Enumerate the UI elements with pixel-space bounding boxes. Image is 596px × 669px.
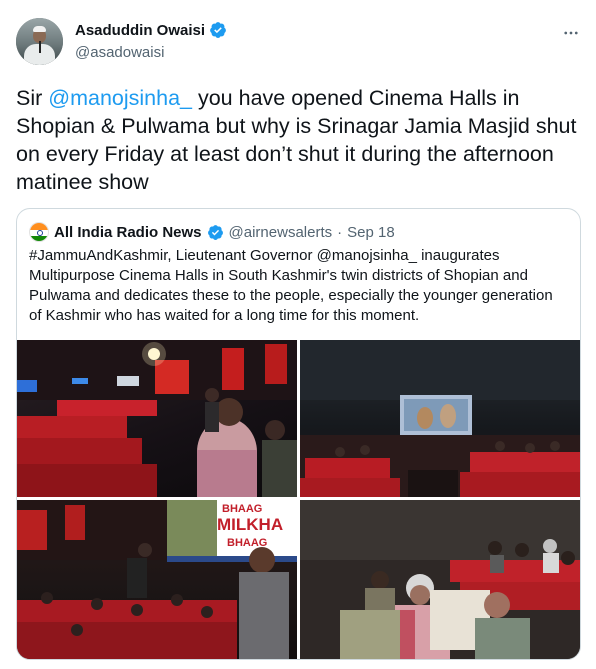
author-handle[interactable]: @asadowaisi xyxy=(75,44,164,61)
meta-separator: · xyxy=(337,223,343,241)
quoted-handle: @airnewsalerts xyxy=(228,223,333,241)
media-photo-4[interactable] xyxy=(300,500,580,659)
mention-link[interactable]: @manojsinha_ xyxy=(48,86,192,110)
verified-badge-icon xyxy=(207,224,223,240)
quoted-date: Sep 18 xyxy=(347,223,395,241)
media-photo-1[interactable] xyxy=(17,340,297,497)
poster-word-1: BHAAG xyxy=(222,503,262,515)
more-horizontal-icon[interactable] xyxy=(560,22,582,44)
quoted-display-name: All India Radio News xyxy=(54,223,202,241)
media-photo-3[interactable]: BHAAG MILKHA BHAAG xyxy=(17,500,297,659)
tweet-text: Sir @manojsinha_ you have opened Cinema … xyxy=(16,84,582,196)
author-display-name[interactable]: Asaduddin Owaisi xyxy=(75,22,205,39)
tweet-header: Asaduddin Owaisi @asadowaisi xyxy=(16,14,582,65)
media-grid: BHAAG MILKHA BHAAG xyxy=(17,340,580,659)
tweet-text-prefix: Sir xyxy=(16,86,49,110)
author-name-row[interactable]: Asaduddin Owaisi xyxy=(75,21,227,39)
quoted-tweet-text: #JammuAndKashmir, Lieutenant Governor @m… xyxy=(29,247,553,324)
verified-badge-icon xyxy=(210,22,226,38)
poster-word-2: MILKHA xyxy=(217,515,283,534)
quoted-avatar xyxy=(29,222,49,242)
quoted-tweet[interactable]: All India Radio News @airnewsalerts · Se… xyxy=(16,208,581,660)
media-photo-2[interactable] xyxy=(300,340,580,497)
avatar[interactable] xyxy=(16,18,63,65)
quoted-tweet-header: All India Radio News @airnewsalerts · Se… xyxy=(29,222,395,242)
